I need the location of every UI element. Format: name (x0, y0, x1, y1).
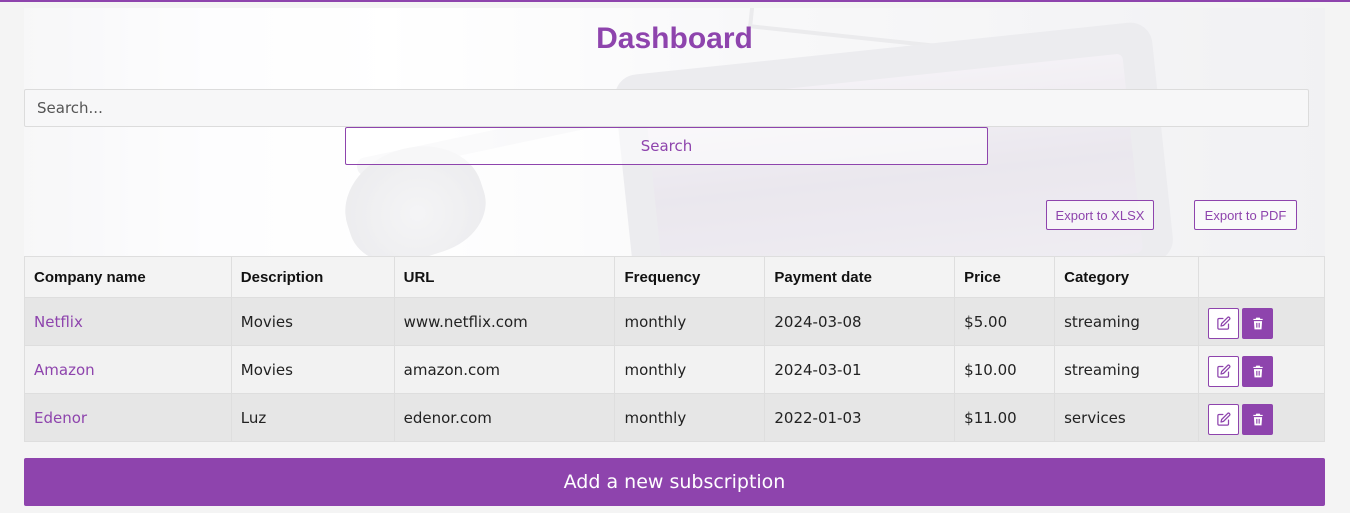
header-actions (1198, 256, 1325, 298)
search-input[interactable] (24, 89, 1309, 127)
table-row: Netflix Movies www.netflix.com monthly 2… (24, 297, 1325, 346)
edit-button[interactable] (1208, 404, 1240, 435)
category-cell: streaming (1054, 297, 1200, 346)
actions-cell (1198, 393, 1325, 442)
header-payment-date: Payment date (764, 256, 956, 298)
frequency-cell: monthly (614, 393, 766, 442)
url-cell: amazon.com (393, 345, 616, 394)
payment-date-cell: 2022-01-03 (764, 393, 956, 442)
company-name-link[interactable]: Edenor (24, 393, 232, 442)
actions-cell (1198, 345, 1325, 394)
header-category: Category (1054, 256, 1200, 298)
edit-button[interactable] (1208, 356, 1240, 387)
edit-icon (1217, 412, 1231, 426)
table-row: Edenor Luz edenor.com monthly 2022-01-03… (24, 393, 1325, 442)
category-cell: services (1054, 393, 1200, 442)
frequency-cell: monthly (614, 297, 766, 346)
delete-button[interactable] (1242, 308, 1274, 339)
actions-cell (1198, 297, 1325, 346)
description-cell: Luz (230, 393, 395, 442)
page-title: Dashboard (596, 22, 753, 55)
add-subscription-button[interactable]: Add a new subscription (24, 458, 1325, 506)
search-button[interactable]: Search (345, 127, 988, 165)
edit-icon (1217, 316, 1231, 330)
company-name-link[interactable]: Amazon (24, 345, 232, 394)
edit-button[interactable] (1208, 308, 1240, 339)
header-url: URL (393, 256, 616, 298)
price-cell: $10.00 (954, 345, 1056, 394)
frequency-cell: monthly (614, 345, 766, 394)
company-name-link[interactable]: Netflix (24, 297, 232, 346)
edit-icon (1217, 364, 1231, 378)
payment-date-cell: 2024-03-08 (764, 297, 956, 346)
url-cell: www.netflix.com (393, 297, 616, 346)
header-description: Description (230, 256, 395, 298)
top-accent-line (0, 0, 1350, 2)
price-cell: $5.00 (954, 297, 1056, 346)
header-price: Price (954, 256, 1056, 298)
export-xlsx-button[interactable]: Export to XLSX (1046, 200, 1154, 230)
header-company-name: Company name (24, 256, 232, 298)
delete-button[interactable] (1242, 404, 1274, 435)
trash-icon (1252, 317, 1263, 330)
export-pdf-button[interactable]: Export to PDF (1194, 200, 1297, 230)
category-cell: streaming (1054, 345, 1200, 394)
price-cell: $11.00 (954, 393, 1056, 442)
trash-icon (1252, 413, 1263, 426)
description-cell: Movies (230, 297, 395, 346)
table-row: Amazon Movies amazon.com monthly 2024-03… (24, 345, 1325, 394)
payment-date-cell: 2024-03-01 (764, 345, 956, 394)
table-header-row: Company name Description URL Frequency P… (24, 256, 1325, 298)
delete-button[interactable] (1242, 356, 1274, 387)
header-frequency: Frequency (614, 256, 766, 298)
subscriptions-table: Company name Description URL Frequency P… (24, 256, 1325, 442)
url-cell: edenor.com (393, 393, 616, 442)
description-cell: Movies (230, 345, 395, 394)
trash-icon (1252, 365, 1263, 378)
